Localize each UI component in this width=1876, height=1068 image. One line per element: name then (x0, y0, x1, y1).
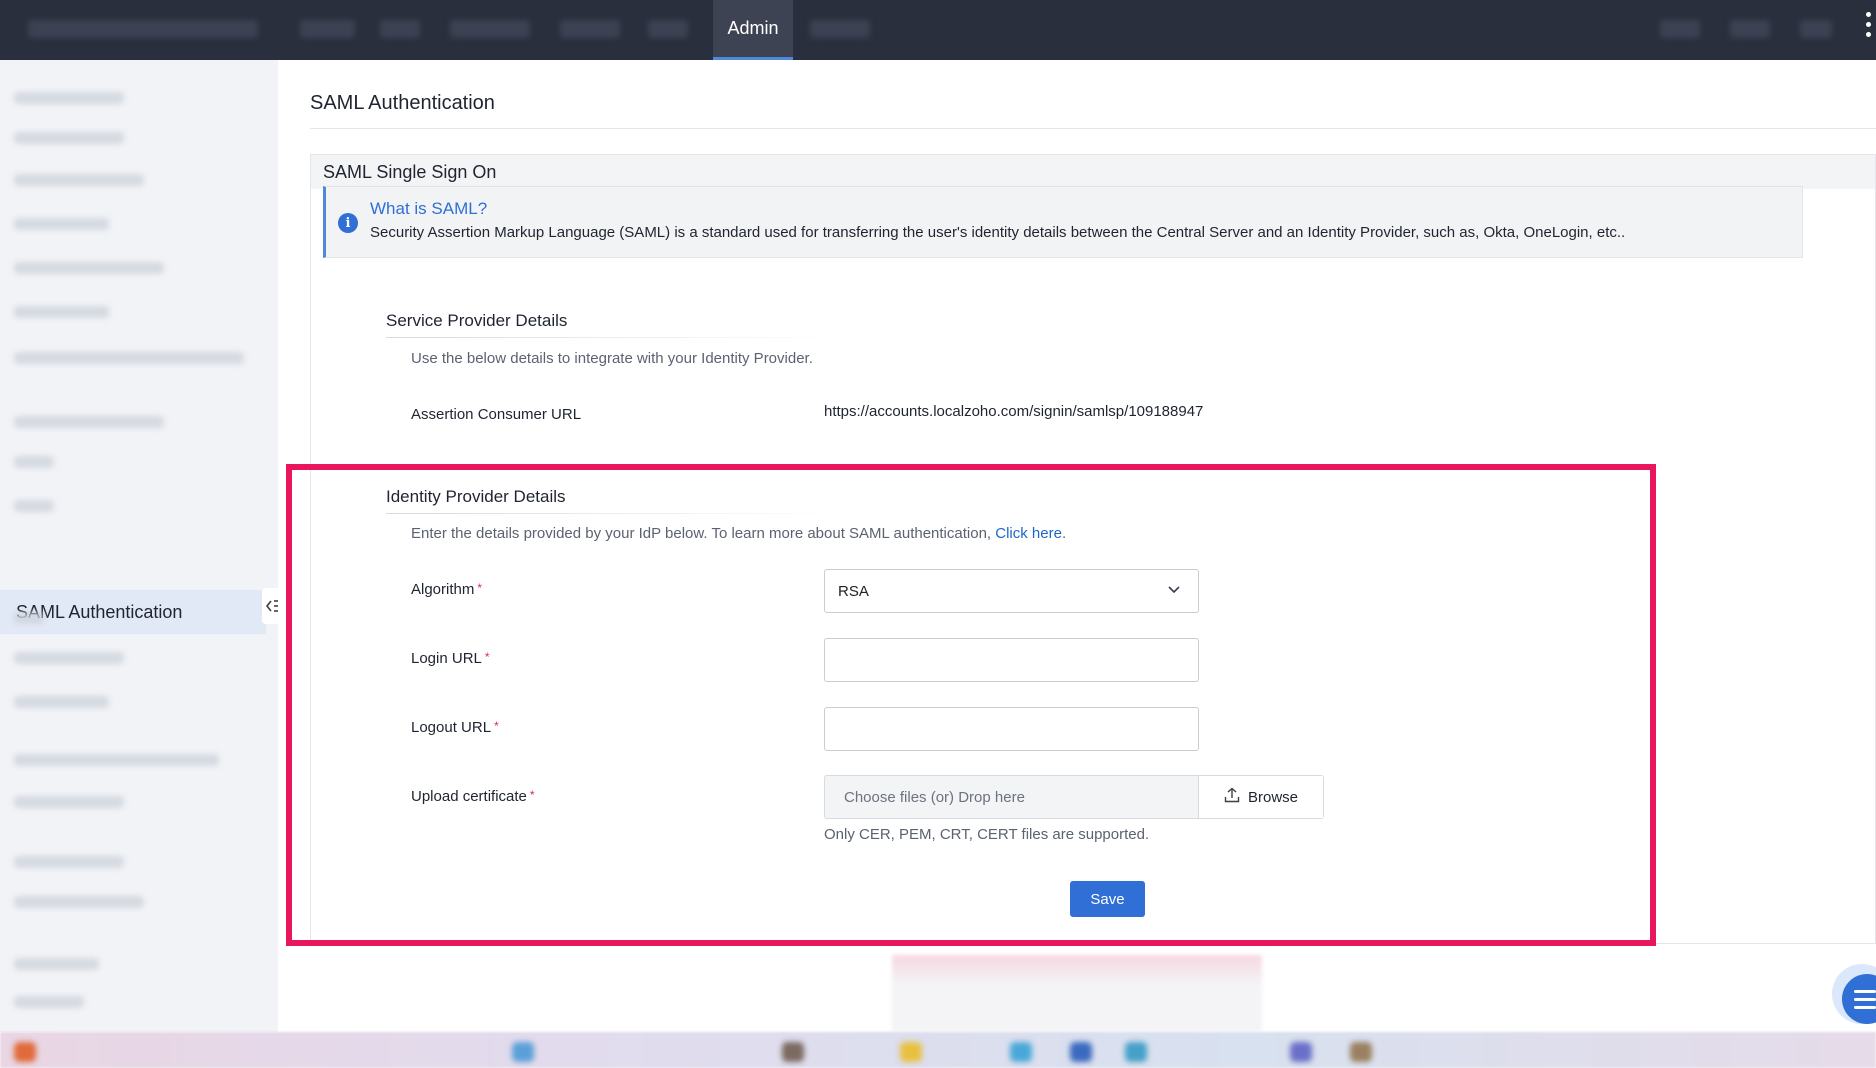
taskbar-app-icon[interactable] (782, 1042, 804, 1062)
taskbar-app-icon[interactable] (1290, 1042, 1312, 1062)
login-url-input[interactable] (824, 638, 1199, 682)
chevron-down-icon (1166, 582, 1182, 602)
logout-url-input[interactable] (824, 707, 1199, 751)
login-url-label: Login URL * (411, 650, 490, 667)
sidebar-item-blurred[interactable] (14, 218, 109, 230)
sidebar-item-blurred[interactable] (14, 652, 124, 664)
click-here-link[interactable]: Click here (995, 525, 1062, 542)
app-logo-blurred (28, 20, 258, 38)
service-provider-description: Use the below details to integrate with … (411, 350, 813, 367)
algorithm-select[interactable]: RSA (824, 569, 1199, 613)
browse-button[interactable]: Browse (1198, 776, 1323, 818)
info-banner: i What is SAML? Security Assertion Marku… (323, 186, 1803, 258)
divider (310, 128, 1876, 129)
required-marker: * (484, 650, 490, 664)
avatar[interactable] (1800, 20, 1832, 38)
logout-url-label-text: Logout URL (411, 719, 492, 736)
taskbar-app-icon[interactable] (1350, 1042, 1372, 1062)
top-navigation-bar: Admin (0, 0, 1876, 60)
sidebar-item-blurred[interactable] (14, 262, 164, 274)
page-title: SAML Authentication (310, 92, 495, 114)
sidebar-item-blurred[interactable] (14, 352, 244, 364)
top-tab-blurred[interactable] (560, 20, 620, 38)
sidebar-item-blurred[interactable] (14, 174, 144, 186)
file-dropzone[interactable]: Choose files (or) Drop here (825, 776, 1198, 818)
algorithm-label-text: Algorithm (411, 581, 475, 598)
file-type-hint: Only CER, PEM, CRT, CERT files are suppo… (824, 826, 1150, 843)
divider (386, 513, 846, 514)
description-suffix: . (1061, 525, 1067, 542)
taskbar-app-icon[interactable] (512, 1042, 534, 1062)
sidebar-group-blurred (14, 416, 164, 428)
identity-provider-title: Identity Provider Details (386, 487, 566, 506)
top-tab-blurred[interactable] (450, 20, 530, 38)
save-button[interactable]: Save (1070, 881, 1145, 917)
info-text: Security Assertion Markup Language (SAML… (370, 224, 1626, 241)
login-url-label-text: Login URL (411, 650, 482, 667)
required-marker: * (477, 581, 483, 595)
sidebar-item-blurred[interactable] (14, 696, 109, 708)
sidebar-item-blurred[interactable] (14, 132, 124, 144)
sidebar-item-blurred[interactable] (14, 896, 144, 908)
divider (386, 337, 846, 338)
taskbar-app-icon[interactable] (900, 1042, 922, 1062)
top-action-blurred[interactable] (1730, 20, 1770, 38)
sidebar-group-blurred (14, 754, 219, 766)
sidebar-item-blurred[interactable] (14, 796, 124, 808)
top-action-blurred[interactable] (1660, 20, 1700, 38)
info-icon: i (338, 213, 358, 233)
required-marker: * (494, 719, 499, 733)
algorithm-selected-value: RSA (838, 582, 869, 600)
top-tab-blurred[interactable] (380, 20, 420, 38)
logout-url-label: Logout URL * (411, 719, 499, 736)
panel-heading: SAML Single Sign On (311, 155, 1875, 189)
info-title: What is SAML? (370, 199, 488, 218)
description-text: Enter the details provided by your IdP b… (411, 525, 992, 542)
sidebar-group-blurred (14, 612, 44, 624)
upload-certificate-label-text: Upload certificate (411, 788, 527, 805)
algorithm-label: Algorithm * (411, 581, 482, 598)
acs-url-label: Assertion Consumer URL (411, 406, 582, 423)
sidebar-group-blurred (14, 92, 124, 104)
sidebar-group-blurred (14, 958, 99, 970)
acs-url-value: https://accounts.localzoho.com/signin/sa… (824, 403, 1204, 420)
os-taskbar (0, 1032, 1876, 1068)
tab-admin[interactable]: Admin (713, 0, 793, 60)
service-provider-title: Service Provider Details (386, 311, 568, 330)
sidebar: SAML Authentication (0, 60, 290, 1032)
browse-label: Browse (1247, 788, 1299, 806)
top-tab-blurred[interactable] (648, 20, 688, 38)
certificate-upload-field[interactable]: Choose files (or) Drop here Browse (824, 775, 1324, 819)
upload-certificate-label: Upload certificate * (411, 788, 535, 805)
sidebar-item-blurred[interactable] (14, 996, 84, 1008)
sidebar-group-blurred (14, 856, 124, 868)
top-tab-blurred[interactable] (810, 20, 870, 38)
taskbar-app-icon[interactable] (1010, 1042, 1032, 1062)
vertical-dots-icon[interactable] (1864, 12, 1872, 37)
main-content: SAML Authentication SAML Single Sign On … (278, 60, 1876, 1032)
sidebar-item-blurred[interactable] (14, 500, 54, 512)
blurred-overlay (892, 955, 1262, 1032)
top-tab-blurred[interactable] (300, 20, 355, 38)
taskbar-app-icon[interactable] (14, 1042, 36, 1062)
taskbar-app-icon[interactable] (1070, 1042, 1092, 1062)
upload-icon (1224, 787, 1240, 807)
required-marker: * (529, 788, 535, 802)
sidebar-item-blurred[interactable] (14, 456, 54, 468)
sidebar-item-blurred[interactable] (14, 306, 109, 318)
taskbar-app-icon[interactable] (1125, 1042, 1147, 1062)
identity-provider-description: Enter the details provided by your IdP b… (411, 525, 1066, 542)
